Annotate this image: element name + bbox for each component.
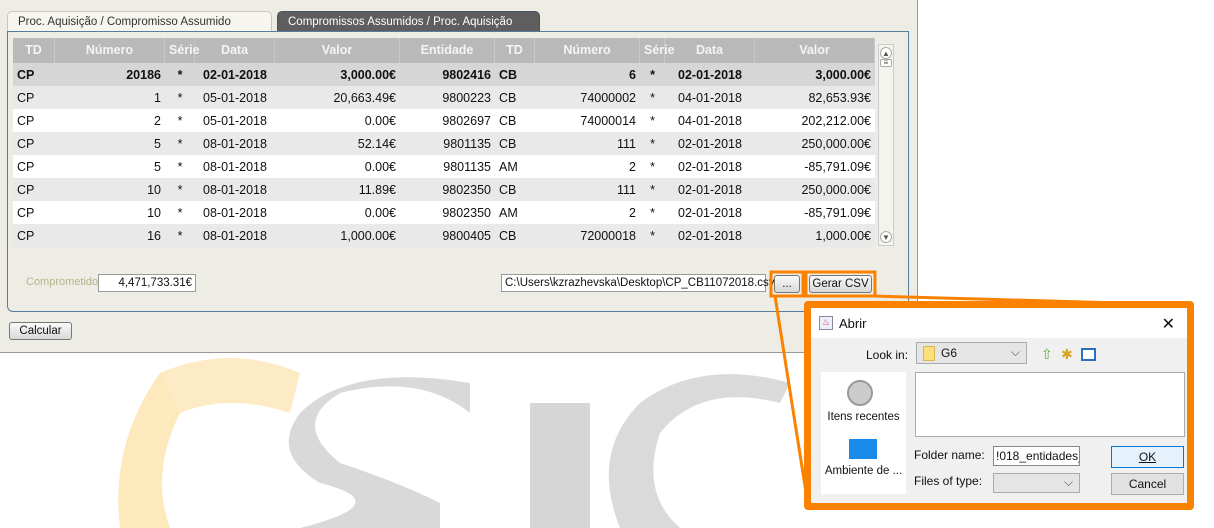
view-menu-icon[interactable]	[1081, 348, 1096, 361]
up-folder-icon[interactable]: ⇧	[1041, 346, 1053, 363]
look-in-value: G6	[941, 346, 958, 360]
place-desktop[interactable]: Ambiente de ...	[821, 465, 906, 477]
dialog-titlebar: ♨ Abrir ✕	[811, 308, 1187, 338]
places-bar: Itens recentes Ambiente de ...	[821, 372, 906, 494]
look-in-select[interactable]: G6 ⌵	[916, 342, 1027, 364]
folder-name-input[interactable]: !018_entidades_r	[993, 446, 1080, 466]
java-icon: ♨	[819, 316, 833, 330]
place-recent[interactable]: Itens recentes	[821, 411, 906, 423]
files-of-type-label: Files of type:	[914, 474, 983, 488]
file-list[interactable]	[915, 372, 1185, 437]
ok-button[interactable]: OK	[1111, 446, 1184, 468]
chevron-down-icon: ⌵	[1063, 475, 1073, 489]
close-icon[interactable]: ✕	[1162, 314, 1175, 334]
dialog-title: Abrir	[839, 315, 867, 331]
open-file-dialog: ♨ Abrir ✕ Look in: G6 ⌵ ⇧ ✱ Itens recent…	[804, 301, 1194, 510]
recent-items-icon	[847, 380, 873, 406]
look-in-label: Look in:	[866, 348, 909, 362]
desktop-icon	[849, 439, 877, 459]
chevron-down-icon: ⌵	[1010, 345, 1020, 359]
folder-name-label: Folder name:	[914, 448, 985, 462]
files-of-type-select[interactable]: ⌵	[993, 473, 1080, 493]
cancel-button[interactable]: Cancel	[1111, 473, 1184, 495]
folder-icon	[923, 346, 935, 361]
new-folder-icon[interactable]: ✱	[1061, 346, 1073, 363]
